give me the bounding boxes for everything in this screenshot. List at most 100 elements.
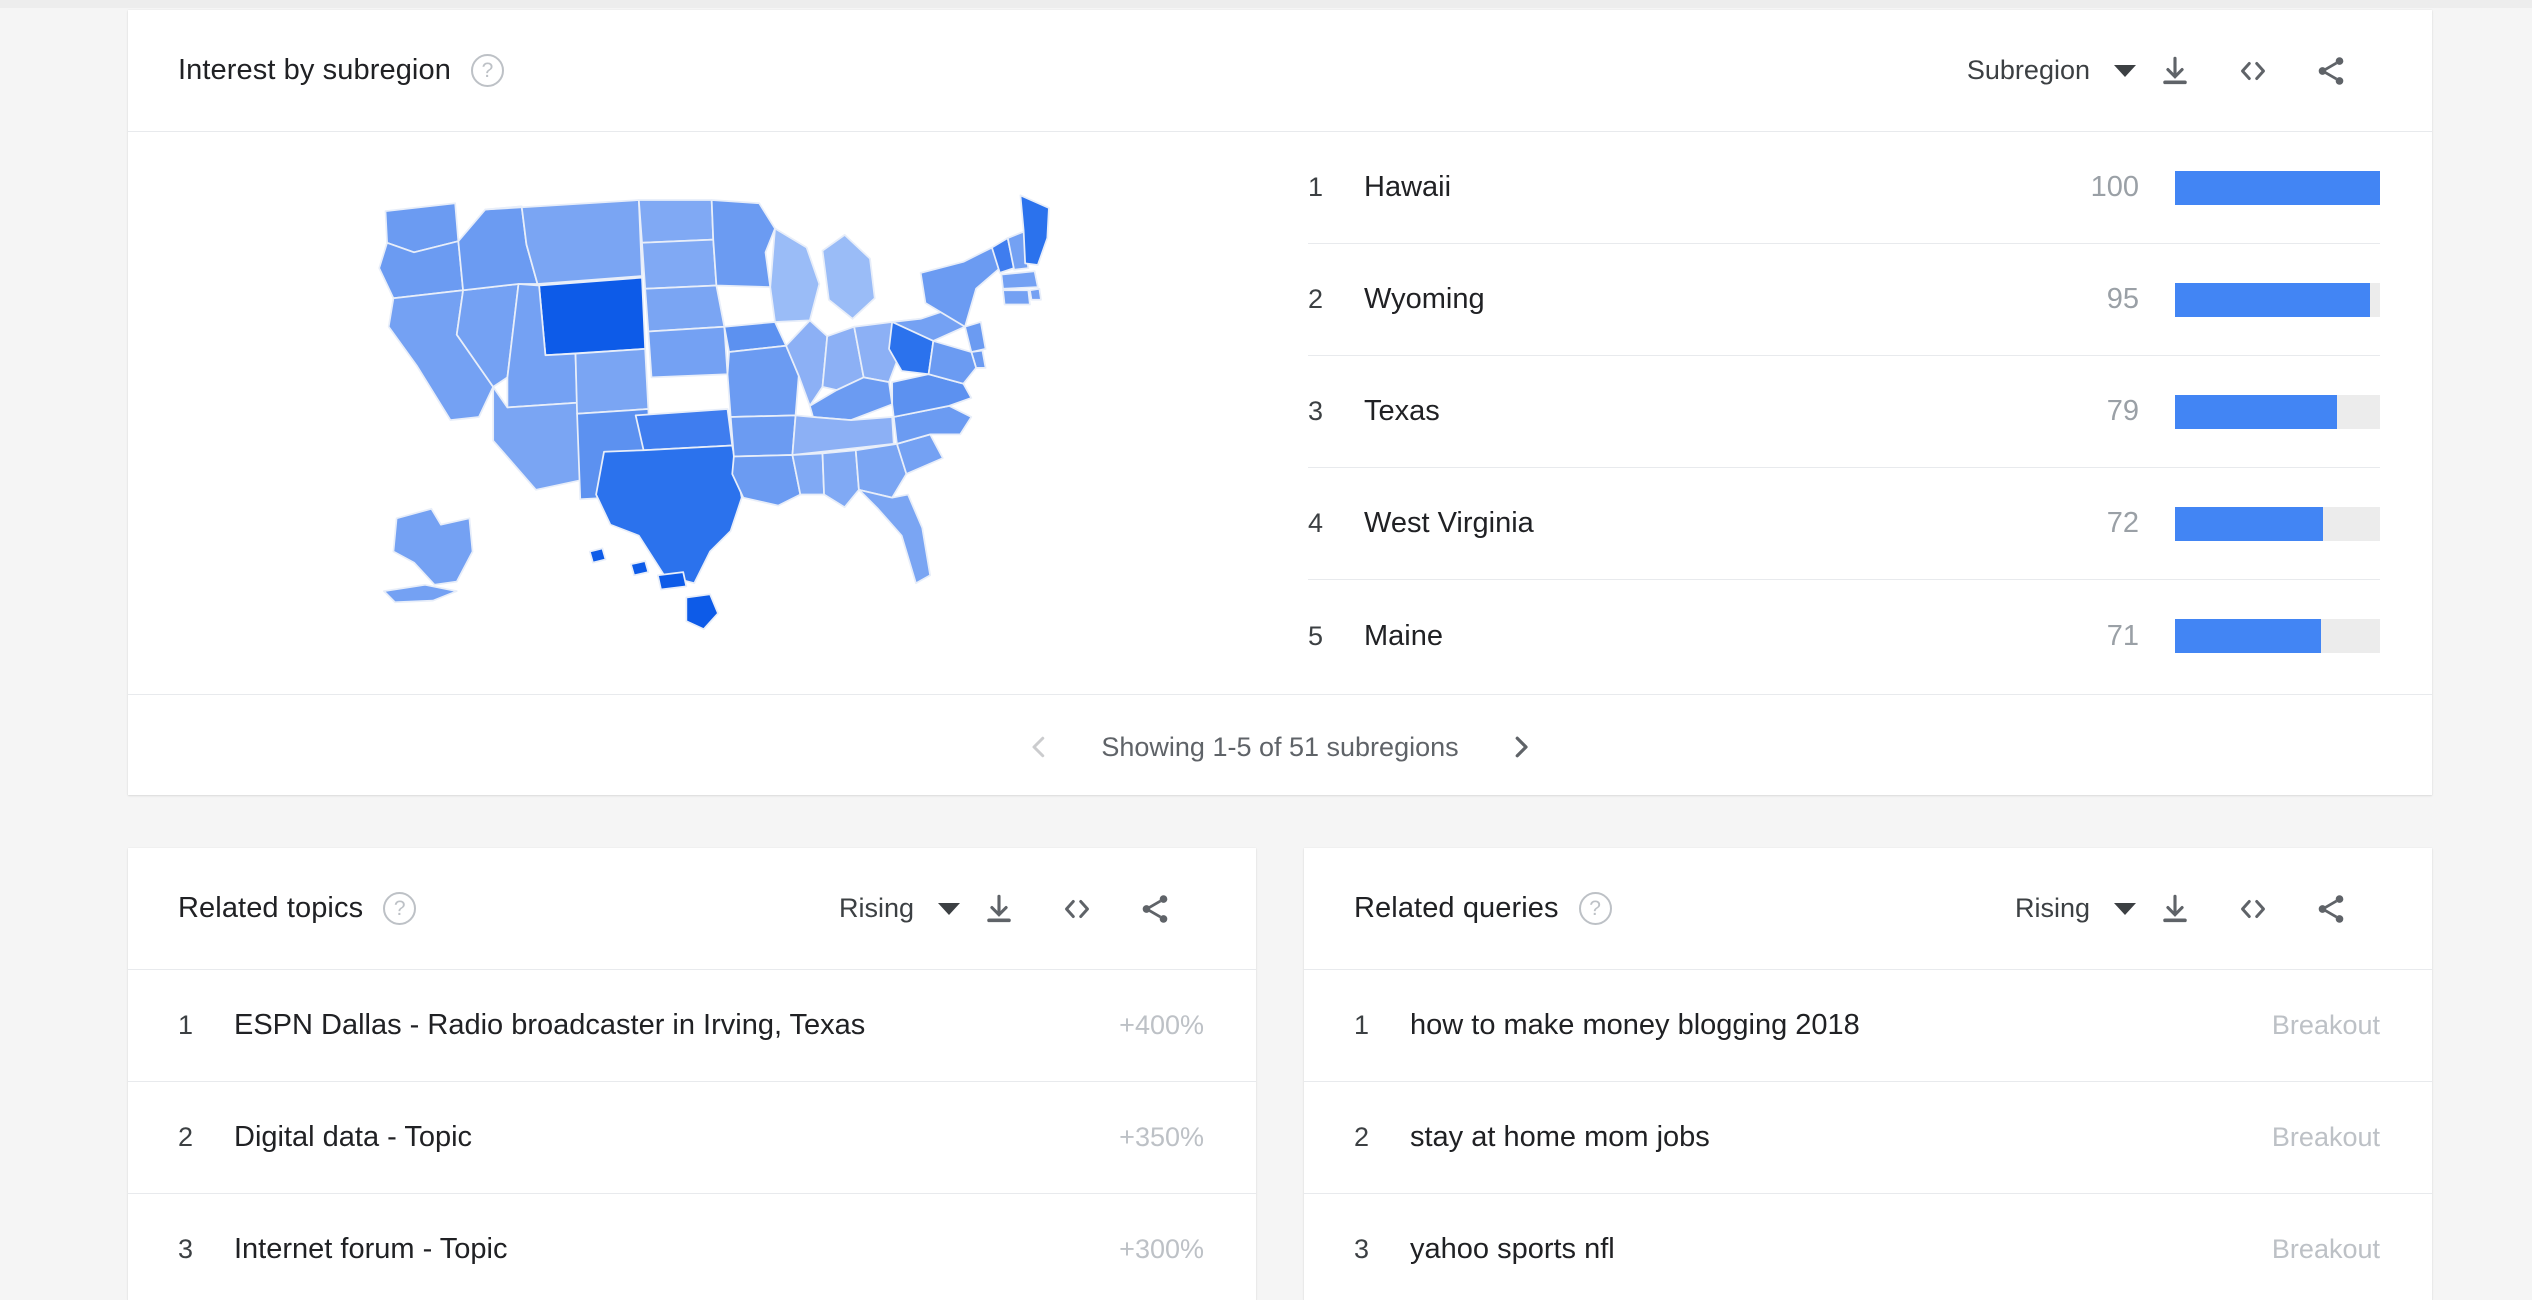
- query-name: how to make money blogging 2018: [1410, 1009, 1860, 1041]
- rank-number: 2: [178, 1122, 194, 1152]
- topic-growth: +400%: [1119, 1010, 1204, 1040]
- table-row[interactable]: 1 Hawaii 100: [1308, 132, 2380, 244]
- region-value: 72: [2106, 507, 2139, 539]
- region-name: Maine: [1364, 619, 1443, 652]
- related-queries-card: Related queries ? Rising 1 how to make m…: [1304, 848, 2432, 1300]
- embed-code-icon[interactable]: [1038, 870, 1116, 948]
- table-row[interactable]: 4 West Virginia 72: [1308, 468, 2380, 580]
- query-growth: Breakout: [2271, 1122, 2380, 1152]
- topic-name: Internet forum - Topic: [234, 1233, 508, 1265]
- chevron-left-icon[interactable]: [1013, 721, 1065, 773]
- chevron-right-icon[interactable]: [1495, 721, 1547, 773]
- region-name: Wyoming: [1364, 283, 1485, 315]
- state-OR: [378, 240, 464, 300]
- value-bar-fill: [2175, 282, 2370, 317]
- rank-number: 2: [1308, 284, 1324, 314]
- page-title: Interest by subregion: [178, 54, 451, 86]
- help-circle-icon[interactable]: ?: [470, 54, 504, 87]
- state-WY: [538, 276, 647, 357]
- table-row[interactable]: 3 Texas 79: [1308, 356, 2380, 468]
- state-OK: [634, 408, 734, 452]
- us-map-svg[interactable]: [338, 178, 1098, 648]
- related-topics-tools: Rising: [839, 870, 1194, 948]
- state-AR: [729, 414, 797, 458]
- related-topics-sort-select[interactable]: Rising: [839, 893, 960, 924]
- subregion-rank-list: 1 Hawaii 100 2 Wyoming 95 3 Texas 79 4 W…: [1308, 132, 2432, 694]
- subregion-card-body: 1 Hawaii 100 2 Wyoming 95 3 Texas 79 4 W…: [128, 132, 2432, 694]
- state-HI-oahu: [630, 560, 650, 577]
- list-item[interactable]: 2 stay at home mom jobs Breakout: [1304, 1082, 2432, 1194]
- list-item[interactable]: 1 how to make money blogging 2018 Breako…: [1304, 970, 2432, 1082]
- related-queries-header: Related queries ? Rising: [1304, 848, 2432, 970]
- embed-code-icon[interactable]: [2214, 32, 2292, 110]
- state-NJ: [964, 321, 987, 353]
- rank-number: 3: [1354, 1234, 1370, 1264]
- chevron-down-icon: [2114, 64, 2136, 77]
- topic-growth: +300%: [1119, 1234, 1204, 1264]
- list-item[interactable]: 2 Digital data - Topic +350%: [128, 1082, 1256, 1194]
- value-bar: [2175, 506, 2380, 541]
- state-SD: [641, 238, 718, 290]
- chevron-down-icon: [938, 902, 960, 915]
- download-icon[interactable]: [2136, 870, 2214, 948]
- region-value: 71: [2106, 619, 2139, 652]
- share-icon[interactable]: [2292, 32, 2370, 110]
- share-icon[interactable]: [2292, 870, 2370, 948]
- state-NE: [644, 284, 726, 333]
- topic-growth: +350%: [1119, 1122, 1204, 1152]
- state-KS: [647, 325, 729, 379]
- trends-page: Interest by subregion ? Subregion 1 Hawa…: [0, 0, 2532, 1300]
- rank-number: 1: [178, 1010, 194, 1040]
- list-item[interactable]: 3 Internet forum - Topic +300%: [128, 1194, 1256, 1300]
- download-icon[interactable]: [960, 870, 1038, 948]
- state-HI-big: [685, 593, 719, 630]
- related-topics-card: Related topics ? Rising 1 ESPN Dallas - …: [128, 848, 1256, 1300]
- state-MO: [726, 344, 800, 418]
- list-item[interactable]: 1 ESPN Dallas - Radio broadcaster in Irv…: [128, 970, 1256, 1082]
- share-icon[interactable]: [1116, 870, 1194, 948]
- rank-number: 4: [1308, 508, 1324, 538]
- subregion-scope-value: Subregion: [1966, 55, 2090, 85]
- topic-name: Digital data - Topic: [234, 1121, 473, 1153]
- related-topics-header: Related topics ? Rising: [128, 848, 1256, 970]
- related-queries-tools: Rising: [2015, 870, 2370, 948]
- state-FL: [858, 488, 932, 585]
- related-queries-sort-select[interactable]: Rising: [2015, 893, 2136, 924]
- rank-number: 1: [1354, 1010, 1370, 1040]
- top-strip: [0, 0, 2532, 8]
- query-name: stay at home mom jobs: [1410, 1121, 1710, 1153]
- rank-number: 3: [1308, 396, 1324, 426]
- table-row[interactable]: 5 Maine 71: [1308, 580, 2380, 692]
- embed-code-icon[interactable]: [2214, 870, 2292, 948]
- query-growth: Breakout: [2271, 1010, 2380, 1040]
- state-MI: [821, 234, 876, 320]
- subregion-scope-select[interactable]: Subregion: [1967, 55, 2136, 86]
- us-choropleth-map[interactable]: [128, 132, 1308, 694]
- related-topics-sort-value: Rising: [838, 893, 914, 923]
- state-AL: [821, 449, 860, 509]
- query-name: yahoo sports nfl: [1410, 1233, 1615, 1265]
- state-CO: [574, 348, 650, 415]
- table-row[interactable]: 2 Wyoming 95: [1308, 244, 2380, 356]
- state-MA: [1000, 270, 1039, 290]
- value-bar: [2175, 170, 2380, 205]
- value-bar: [2175, 619, 2380, 653]
- subregion-card-header: Interest by subregion ? Subregion: [128, 10, 2432, 132]
- value-bar-fill: [2175, 394, 2337, 429]
- state-RI: [1029, 287, 1042, 301]
- list-item[interactable]: 3 yahoo sports nfl Breakout: [1304, 1194, 2432, 1300]
- related-queries-sort-value: Rising: [2014, 893, 2090, 923]
- region-value: 100: [2090, 171, 2139, 203]
- related-queries-title: Related queries: [1354, 892, 1559, 924]
- region-value: 95: [2106, 283, 2139, 315]
- state-TX: [595, 444, 743, 585]
- related-topics-title: Related topics: [178, 892, 364, 924]
- rank-number: 5: [1308, 620, 1324, 651]
- help-circle-icon[interactable]: ?: [1578, 892, 1612, 925]
- help-circle-icon[interactable]: ?: [383, 892, 417, 925]
- download-icon[interactable]: [2136, 32, 2214, 110]
- subregion-pagination: Showing 1-5 of 51 subregions: [128, 694, 2432, 799]
- state-CT: [1002, 289, 1031, 306]
- rank-number: 1: [1308, 172, 1324, 202]
- rank-number: 2: [1354, 1122, 1370, 1152]
